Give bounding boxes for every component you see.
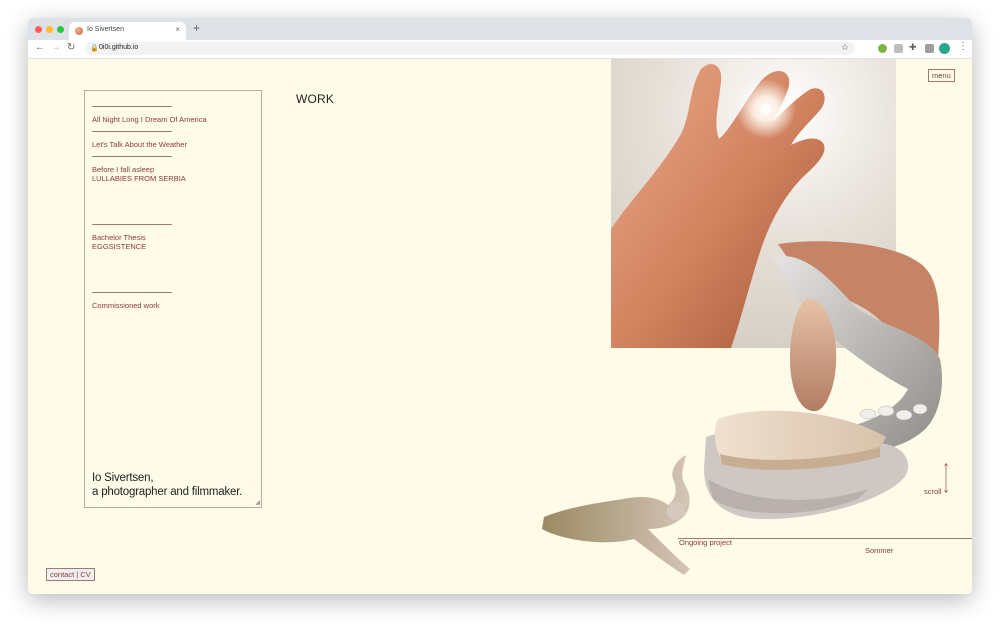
browser-menu-icon[interactable]: ⋮ [958, 41, 968, 52]
close-window-button[interactable] [35, 26, 42, 33]
tab-title: Io Sivertsen [87, 26, 124, 33]
about-text: Io Sivertsen, a photographer and filmmak… [92, 472, 243, 498]
url-text[interactable]: 0i0i.github.io [99, 44, 138, 51]
back-button[interactable]: ← [35, 42, 45, 54]
star-icon[interactable]: ☆ [841, 42, 849, 53]
maximize-window-button[interactable] [57, 26, 64, 33]
browser-toolbar: ← → ↻ 🔒 0i0i.github.io ☆ ✚ ⋮ [28, 40, 972, 59]
work-link-weather[interactable]: Let's Talk About the Weather [92, 140, 187, 149]
browser-window: Io Sivertsen × + ← → ↻ 🔒 0i0i.github.io … [28, 18, 972, 594]
work-link-all-night-long[interactable]: All Night Long I Dream Of America [92, 115, 207, 124]
divider [92, 131, 172, 132]
tab-strip: Io Sivertsen × + [28, 18, 972, 40]
project-link-ongoing[interactable]: Ongoing project [679, 538, 732, 547]
work-link-eggsistence[interactable]: Bachelor Thesis EGGSISTENCE [92, 233, 146, 251]
work-link-commissioned[interactable]: Commissioned work [92, 301, 160, 310]
scroll-arrows-icon[interactable] [944, 463, 948, 493]
divider [92, 156, 172, 157]
page-viewport: All Night Long I Dream Of America Let's … [28, 59, 972, 594]
divider [92, 292, 172, 293]
work-list-panel: All Night Long I Dream Of America Let's … [84, 90, 262, 508]
close-icon[interactable]: × [175, 25, 180, 34]
page-title: WORK [296, 92, 335, 106]
extension-icon[interactable] [878, 44, 887, 53]
profile-avatar[interactable] [939, 43, 950, 54]
lock-icon: 🔒 [90, 45, 99, 52]
divider [92, 224, 172, 225]
puzzle-icon[interactable]: ✚ [909, 42, 917, 53]
favicon-icon [75, 27, 83, 35]
extension-icon[interactable] [894, 44, 903, 53]
work-link-lullabies[interactable]: Before I fall asleep LULLABIES FROM SERB… [92, 165, 186, 183]
scroll-indicator-label[interactable]: scroll [924, 487, 942, 496]
browser-tab[interactable]: Io Sivertsen × [69, 22, 186, 40]
forward-button[interactable]: → [51, 42, 61, 54]
divider [92, 106, 172, 107]
menu-button[interactable]: menu [928, 69, 955, 82]
minimize-window-button[interactable] [46, 26, 53, 33]
resize-handle-icon[interactable]: ◢ [255, 499, 260, 506]
reload-button[interactable]: ↻ [67, 42, 75, 54]
new-tab-button[interactable]: + [193, 22, 200, 34]
contact-cv-button[interactable]: contact | CV [46, 568, 95, 581]
extension-icon[interactable] [925, 44, 934, 53]
collage-artwork [542, 241, 943, 575]
project-link-sommer[interactable]: Sommer [865, 546, 893, 555]
address-bar[interactable]: 🔒 0i0i.github.io ☆ [85, 42, 855, 55]
